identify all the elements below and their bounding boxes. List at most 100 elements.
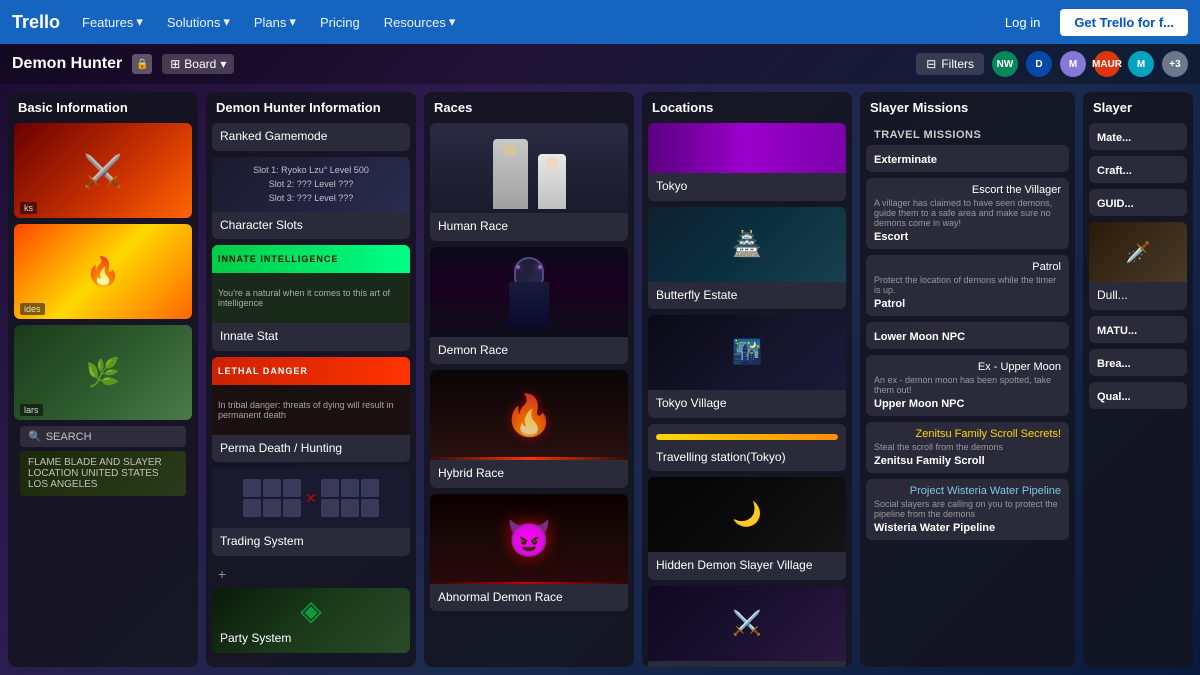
list-item[interactable]: Slot 1: Ryoko Lzu° Level 500 Slot 2: ???… — [212, 157, 410, 240]
card-desc: Social slayers are calling on you to pro… — [874, 499, 1061, 519]
innate-stat-desc: You're a natural when it comes to this a… — [212, 273, 410, 323]
column-header-slayer-missions: Slayer Missions — [860, 92, 1075, 123]
card-label: lars — [20, 404, 43, 416]
nav-solutions[interactable]: Solutions ▾ — [157, 8, 240, 36]
card-title: Dull... — [1097, 288, 1179, 304]
avatar-m1[interactable]: M — [1060, 51, 1086, 77]
card-title: Ranked Gamemode — [220, 129, 402, 145]
avatar-d[interactable]: D — [1026, 51, 1052, 77]
search-placeholder: SEARCH — [46, 431, 92, 443]
list-item[interactable]: Ex - Upper Moon An ex - demon moon has b… — [866, 355, 1069, 416]
card-title: Trading System — [220, 534, 402, 550]
card-desc: An ex - demon moon has been spotted, tak… — [874, 375, 1061, 395]
card-title: Innate Stat — [220, 329, 402, 345]
column-slayer-missions: Slayer Missions TRAVEL MISSIONS Extermin… — [860, 92, 1075, 667]
column-basic-info: Basic Information ⚔️ ks 🔥 ides 🌿 lars 🔍 … — [8, 92, 198, 667]
list-item[interactable]: 🔥 Hybrid Race — [430, 370, 628, 488]
card-title: Qual... — [1097, 391, 1179, 403]
nav-resources[interactable]: Resources ▾ — [374, 8, 466, 36]
card-label: Wisteria Water Pipeline — [874, 522, 1061, 534]
column-demon-hunter-info: Demon Hunter Information Ranked Gamemode… — [206, 92, 416, 667]
card-title: Party System — [220, 631, 402, 647]
board-private-icon[interactable]: 🔒 — [132, 54, 152, 74]
card-title: Hybrid Race — [438, 466, 620, 482]
list-item[interactable]: MATU... — [1089, 316, 1187, 343]
card-title: Character Slots — [220, 218, 402, 234]
bottom-info-card[interactable]: FLAME BLADE AND SLAYER LOCATION UNITED S… — [20, 451, 186, 496]
list-item[interactable]: Zenitsu Family Scroll Secrets! Steal the… — [866, 422, 1069, 473]
column-body-demon-hunter: Ranked Gamemode Slot 1: Ryoko Lzu° Level… — [206, 123, 416, 667]
card-right-title: Escort the Villager — [874, 184, 1061, 196]
list-item[interactable]: Mate... — [1089, 123, 1187, 150]
nav-plans[interactable]: Plans ▾ — [244, 8, 306, 36]
trello-logo: Trello — [12, 12, 60, 33]
list-item[interactable]: GUID... — [1089, 189, 1187, 216]
list-item[interactable]: 🔥 ides — [14, 224, 192, 319]
list-item[interactable]: INNATE INTELLIGENCE You're a natural whe… — [212, 245, 410, 351]
list-item[interactable]: 🌙 Hidden Demon Slayer Village — [648, 477, 846, 580]
column-slayer-partial: Slayer Mate... Craft... GUID... 🗡️ Dull.… — [1083, 92, 1193, 667]
travelling-station-content — [648, 424, 846, 450]
party-system-icon: ◈ — [220, 594, 402, 627]
list-item[interactable]: LETHAL DANGER In tribal danger: threats … — [212, 357, 410, 463]
list-item[interactable]: 🏯 Butterfly Estate — [648, 207, 846, 310]
card-label: ides — [20, 303, 45, 315]
list-item[interactable]: Tokyo — [648, 123, 846, 201]
filters-button[interactable]: ⊟ Filters — [916, 53, 984, 75]
list-item[interactable]: Demon Race — [430, 247, 628, 365]
list-item[interactable]: 🗡️ Dull... — [1089, 222, 1187, 310]
login-button[interactable]: Log in — [993, 9, 1052, 36]
list-item[interactable]: 😈 Abnormal Demon Race — [430, 494, 628, 612]
list-item[interactable]: Ranked Gamemode — [212, 123, 410, 151]
column-header-locations: Locations — [642, 92, 852, 123]
list-item[interactable]: ✕ Trading System — [212, 468, 410, 556]
card-title: Travelling station(Tokyo) — [656, 450, 838, 466]
list-item[interactable]: Human Race — [430, 123, 628, 241]
list-item[interactable]: 🌿 lars — [14, 325, 192, 420]
list-item[interactable]: Craft... — [1089, 156, 1187, 183]
list-item[interactable]: Lower Moon NPC — [866, 322, 1069, 349]
card-right-title: Project Wisteria Water Pipeline — [874, 485, 1061, 497]
list-item[interactable]: ⚔️ ks — [14, 123, 192, 218]
card-label: Escort — [874, 231, 1061, 243]
column-header-slayer-partial: Slayer — [1083, 92, 1193, 123]
travel-progress-bar — [656, 434, 838, 440]
board-title: Demon Hunter — [12, 55, 122, 73]
list-item[interactable]: Travelling station(Tokyo) — [648, 424, 846, 472]
list-item[interactable]: ⚔️ Slayer Node Shop — [648, 586, 846, 667]
list-item[interactable]: Escort the Villager A villager has claim… — [866, 178, 1069, 249]
column-body-basic-info: ⚔️ ks 🔥 ides 🌿 lars 🔍 SEARCH FLAME BLADE… — [8, 123, 198, 667]
search-bar[interactable]: 🔍 SEARCH — [20, 426, 186, 447]
avatar-maur[interactable]: MAUR — [1094, 51, 1120, 77]
card-title: GUID... — [1097, 198, 1179, 210]
nav-features[interactable]: Features ▾ — [72, 8, 153, 36]
list-item[interactable]: Project Wisteria Water Pipeline Social s… — [866, 479, 1069, 540]
list-item[interactable]: Patrol Protect the location of demons wh… — [866, 255, 1069, 316]
column-body-races: Human Race Demon Race — [424, 123, 634, 667]
column-races: Races — [424, 92, 634, 667]
card-title: Craft... — [1097, 165, 1179, 177]
card-title: Hidden Demon Slayer Village — [656, 558, 838, 574]
topnav-right: Log in Get Trello for f... — [993, 9, 1188, 36]
avatar-nw[interactable]: NW — [992, 51, 1018, 77]
filter-icon: ⊟ — [926, 57, 936, 71]
nav-pricing[interactable]: Pricing — [310, 9, 370, 36]
hidden-village-image: 🌙 — [648, 477, 846, 552]
avatar-more[interactable]: +3 — [1162, 51, 1188, 77]
list-item[interactable]: Exterminate — [866, 145, 1069, 172]
search-icon: 🔍 — [28, 430, 42, 443]
avatar-m2[interactable]: M — [1128, 51, 1154, 77]
lethal-danger-badge: LETHAL DANGER — [212, 357, 410, 385]
butterfly-estate-image: 🏯 — [648, 207, 846, 282]
list-item[interactable]: Qual... — [1089, 382, 1187, 409]
card-label: Upper Moon NPC — [874, 398, 1061, 410]
list-item[interactable]: 🌃 Tokyo Village — [648, 315, 846, 418]
card-desc: Steal the scroll from the demons — [874, 442, 1061, 452]
board-header: Demon Hunter 🔒 ⊞ Board ▾ ⊟ Filters NW D … — [0, 44, 1200, 84]
innate-intelligence-badge: INNATE INTELLIGENCE — [212, 245, 410, 273]
card-title: Tokyo Village — [656, 396, 838, 412]
get-trello-button[interactable]: Get Trello for f... — [1060, 9, 1188, 36]
board-view-selector[interactable]: ⊞ Board ▾ — [162, 54, 234, 74]
list-item[interactable]: Brea... — [1089, 349, 1187, 376]
list-item[interactable]: ◈ Party System — [212, 588, 410, 653]
